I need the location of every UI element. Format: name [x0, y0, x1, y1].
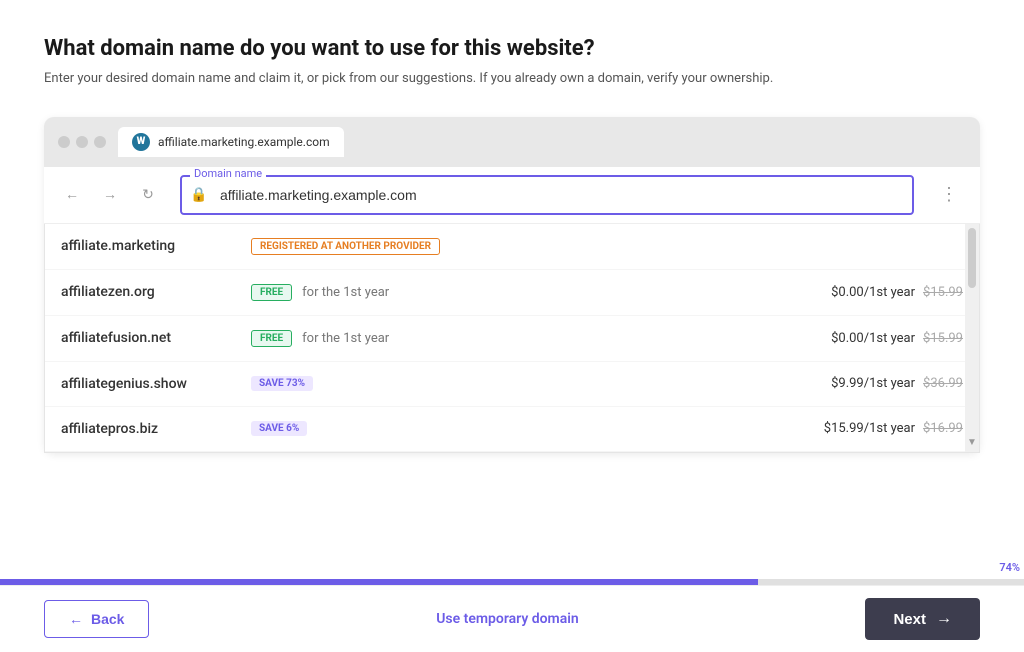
suggestion-domain-name: affiliatefusion.net: [61, 330, 241, 346]
browser-dot-2: [76, 136, 88, 148]
domain-input-label: Domain name: [190, 167, 266, 180]
suggestion-domain-name: affiliategenius.show: [61, 376, 241, 392]
wordpress-icon: W: [132, 133, 150, 151]
next-arrow-icon: →: [936, 610, 952, 628]
suggestion-price-area: $0.00/1st year $15.99: [831, 331, 963, 346]
refresh-nav-button[interactable]: ↻: [134, 181, 162, 209]
suggestion-badge: FREE: [251, 284, 292, 301]
suggestion-badge: REGISTERED AT ANOTHER PROVIDER: [251, 238, 440, 255]
page-subtitle: Enter your desired domain name and claim…: [44, 69, 980, 89]
scrollbar-arrow-down[interactable]: ▼: [967, 437, 977, 448]
temp-domain-link[interactable]: Use temporary domain: [436, 611, 578, 627]
browser-toolbar: W affiliate.marketing.example.com: [44, 117, 980, 167]
suggestion-price-current: $0.00/1st year: [831, 331, 915, 346]
domain-suggestion-item[interactable]: affiliatefusion.net FREE for the 1st yea…: [45, 316, 979, 362]
dropdown-scrollbar[interactable]: ▼: [965, 224, 979, 452]
suggestion-badge: SAVE 73%: [251, 376, 313, 391]
suggestion-badge: FREE: [251, 330, 292, 347]
suggestion-domain-name: affiliatepros.biz: [61, 421, 241, 437]
domain-suggestion-item[interactable]: affiliatezen.org FREE for the 1st year $…: [45, 270, 979, 316]
browser-dots: [58, 136, 106, 148]
suggestion-price-area: $15.99/1st year $16.99: [824, 421, 963, 436]
suggestion-price-area: $0.00/1st year $15.99: [831, 285, 963, 300]
browser-dot-3: [94, 136, 106, 148]
browser-dot-1: [58, 136, 70, 148]
next-button-label: Next: [893, 611, 926, 628]
more-options-button[interactable]: ⋮: [932, 180, 966, 209]
progress-bar-fill: [0, 579, 758, 585]
suggestion-price-current: $0.00/1st year: [831, 285, 915, 300]
back-button-label: Back: [91, 611, 124, 627]
suggestion-price-original: $16.99: [923, 421, 963, 436]
footer: ← Back Use temporary domain Next →: [0, 585, 1024, 652]
domain-suggestions-dropdown: affiliate.marketing REGISTERED AT ANOTHE…: [44, 224, 980, 453]
suggestion-year-text: for the 1st year: [302, 331, 389, 346]
scrollbar-thumb[interactable]: [968, 228, 976, 288]
suggestion-year-text: for the 1st year: [302, 285, 389, 300]
suggestion-domain-name: affiliatezen.org: [61, 284, 241, 300]
suggestion-price-area: $9.99/1st year $36.99: [831, 376, 963, 391]
browser-tab[interactable]: W affiliate.marketing.example.com: [118, 127, 344, 157]
next-button[interactable]: Next →: [865, 598, 980, 640]
back-arrow-icon: ←: [69, 611, 83, 627]
suggestion-price-original: $36.99: [923, 376, 963, 391]
suggestion-price-current: $9.99/1st year: [831, 376, 915, 391]
suggestion-price-original: $15.99: [923, 285, 963, 300]
browser-mockup: W affiliate.marketing.example.com ← → ↻ …: [44, 117, 980, 453]
browser-nav: ← → ↻ Domain name 🔒 ⋮: [44, 167, 980, 224]
domain-input-wrapper: Domain name 🔒: [180, 175, 914, 215]
progress-label: 74%: [999, 561, 1020, 574]
domain-suggestion-item[interactable]: affiliategenius.show SAVE 73% $9.99/1st …: [45, 362, 979, 407]
domain-suggestion-item[interactable]: affiliatepros.biz SAVE 6% $15.99/1st yea…: [45, 407, 979, 452]
domain-input[interactable]: [180, 175, 914, 215]
browser-tab-url: affiliate.marketing.example.com: [158, 135, 330, 149]
progress-bar-container: 74%: [0, 579, 1024, 585]
back-button[interactable]: ← Back: [44, 600, 149, 638]
lock-icon: 🔒: [190, 187, 207, 203]
suggestion-domain-name: affiliate.marketing: [61, 238, 241, 254]
back-nav-button[interactable]: ←: [58, 181, 86, 209]
suggestion-price-original: $15.99: [923, 331, 963, 346]
domain-suggestion-item[interactable]: affiliate.marketing REGISTERED AT ANOTHE…: [45, 224, 979, 270]
suggestion-badge: SAVE 6%: [251, 421, 307, 436]
suggestion-price-current: $15.99/1st year: [824, 421, 915, 436]
page-title: What domain name do you want to use for …: [44, 36, 980, 61]
forward-nav-button[interactable]: →: [96, 181, 124, 209]
